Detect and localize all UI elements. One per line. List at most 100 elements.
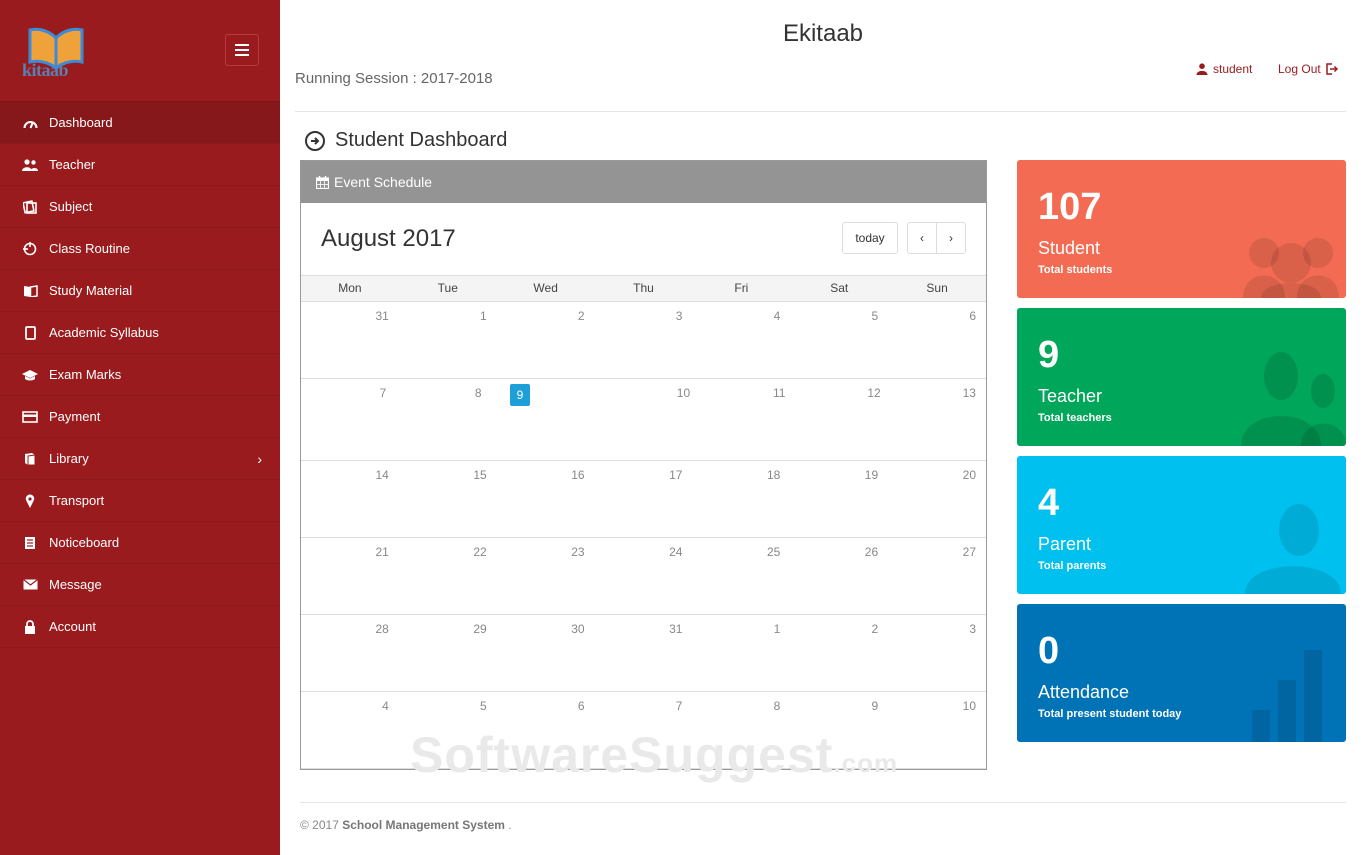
calendar-day-number: 1 xyxy=(773,622,781,636)
logout-label: Log Out xyxy=(1278,62,1321,76)
card-parent[interactable]: 4 Parent Total parents xyxy=(1017,456,1346,594)
card-attendance[interactable]: 0 Attendance Total present student today xyxy=(1017,604,1346,742)
footer-suffix: . xyxy=(508,818,512,832)
calendar-day-cell[interactable]: 14 xyxy=(301,461,399,537)
calendar-day-cell[interactable]: 26 xyxy=(790,538,888,614)
open-book-icon xyxy=(22,283,38,299)
sidebar-item-account[interactable]: Account xyxy=(0,606,280,648)
calendar-day-cell[interactable]: 1 xyxy=(399,302,497,378)
panel-title: Event Schedule xyxy=(334,174,433,190)
calendar-day-number: 21 xyxy=(375,545,389,559)
sidebar-item-exam-marks[interactable]: Exam Marks xyxy=(0,354,280,396)
next-month-button[interactable]: › xyxy=(936,222,966,254)
calendar-day-cell[interactable]: 2 xyxy=(790,615,888,691)
calendar-day-number: 27 xyxy=(962,545,977,559)
card-number: 0 xyxy=(1038,630,1060,672)
sidebar-item-teacher[interactable]: Teacher xyxy=(0,144,280,186)
sidebar-item-study-material[interactable]: Study Material xyxy=(0,270,280,312)
calendar-day-cell[interactable]: 31 xyxy=(301,302,399,378)
card-label: Student xyxy=(1038,238,1101,258)
page-title-text: Student Dashboard xyxy=(335,129,508,151)
calendar-day-cell[interactable]: 1 xyxy=(692,615,790,691)
target-icon xyxy=(22,241,38,257)
sidebar-item-dashboard[interactable]: Dashboard xyxy=(0,102,280,144)
book-outline-icon xyxy=(22,199,38,215)
calendar-day-number: 22 xyxy=(473,545,487,559)
calendar-day-cell[interactable]: 12 xyxy=(795,379,890,460)
calendar-day-cell[interactable]: 28 xyxy=(301,615,399,691)
calendar-day-number: 7 xyxy=(675,699,683,713)
calendar-day-cell[interactable]: 5 xyxy=(790,302,888,378)
sidebar-item-message[interactable]: Message xyxy=(0,564,280,606)
sidebar-item-library[interactable]: Library › xyxy=(0,438,280,480)
calendar-day-cell[interactable]: 31 xyxy=(595,615,693,691)
calendar-day-cell[interactable]: 11 xyxy=(700,379,795,460)
calendar-day-number: 4 xyxy=(773,309,781,323)
calendar-day-cell[interactable]: 25 xyxy=(692,538,790,614)
menu-toggle-button[interactable] xyxy=(225,34,259,66)
sidebar-item-class-routine[interactable]: Class Routine xyxy=(0,228,280,270)
calendar-day-cell[interactable]: 8 xyxy=(396,379,491,460)
calendar-day-number: 7 xyxy=(379,386,387,400)
calendar-day-cell[interactable]: 6 xyxy=(888,302,986,378)
circle-arrow-right-icon xyxy=(305,130,325,151)
calendar-day-cell[interactable]: 24 xyxy=(595,538,693,614)
calendar-day-cell[interactable]: 9 xyxy=(492,379,605,460)
calendar-day-cell[interactable]: 15 xyxy=(399,461,497,537)
sidebar-item-noticeboard[interactable]: Noticeboard xyxy=(0,522,280,564)
logout-icon xyxy=(1325,63,1338,75)
card-teacher[interactable]: 9 Teacher Total teachers xyxy=(1017,308,1346,446)
calendar-day-cell[interactable]: 3 xyxy=(888,615,986,691)
calendar-day-cell[interactable]: 13 xyxy=(891,379,986,460)
calendar-day-number: 2 xyxy=(577,309,585,323)
group-icon xyxy=(1243,238,1339,298)
dow-fri: Fri xyxy=(734,281,749,295)
sidebar-item-payment[interactable]: Payment xyxy=(0,396,280,438)
books-icon xyxy=(22,451,38,467)
calendar-day-cell[interactable]: 27 xyxy=(888,538,986,614)
calendar-day-cell[interactable]: 4 xyxy=(301,692,399,768)
sidebar-item-academic-syllabus[interactable]: Academic Syllabus xyxy=(0,312,280,354)
prev-month-button[interactable]: ‹ xyxy=(907,222,937,254)
footer-copyright: © 2017 xyxy=(300,818,339,832)
header-divider xyxy=(295,111,1346,112)
user-menu-link[interactable]: student xyxy=(1196,62,1252,76)
sidebar-item-subject[interactable]: Subject xyxy=(0,186,280,228)
calendar-day-cell[interactable]: 10 xyxy=(888,692,986,768)
calendar-day-cell[interactable]: 23 xyxy=(497,538,595,614)
calendar-day-number: 5 xyxy=(480,699,487,713)
calendar-day-cell[interactable]: 30 xyxy=(497,615,595,691)
watermark-suffix: .com xyxy=(833,748,899,778)
calendar-day-cell[interactable]: 29 xyxy=(399,615,497,691)
calendar-week-row: 28 29 30 31 1 2 3 xyxy=(301,615,986,692)
calendar-day-cell[interactable]: 19 xyxy=(790,461,888,537)
calendar-day-cell[interactable]: 17 xyxy=(595,461,693,537)
calendar-day-cell[interactable]: 2 xyxy=(497,302,595,378)
two-people-icon xyxy=(1241,352,1346,446)
calendar-day-cell[interactable]: 7 xyxy=(301,379,396,460)
calendar-day-cell[interactable]: 20 xyxy=(888,461,986,537)
dow-wed: Wed xyxy=(533,281,558,295)
card-label: Attendance xyxy=(1038,682,1130,702)
sidebar-item-transport[interactable]: Transport xyxy=(0,480,280,522)
calendar-day-number: 12 xyxy=(867,386,881,400)
calendar-day-cell[interactable]: 16 xyxy=(497,461,595,537)
dow-mon: Mon xyxy=(338,281,362,295)
logo-text: kitaab xyxy=(22,60,69,80)
calendar-day-number: 3 xyxy=(969,622,977,636)
card-student[interactable]: 107 Student Total students xyxy=(1017,160,1346,298)
calendar-day-cell[interactable]: 22 xyxy=(399,538,497,614)
calendar-day-cell[interactable]: 10 xyxy=(605,379,700,460)
calendar-day-cell[interactable]: 18 xyxy=(692,461,790,537)
document-icon xyxy=(22,535,38,551)
sidebar-item-label: Class Routine xyxy=(49,241,130,256)
calendar-day-cell[interactable]: 21 xyxy=(301,538,399,614)
logout-link[interactable]: Log Out xyxy=(1278,62,1338,76)
sidebar-item-label: Payment xyxy=(49,409,101,424)
dow-sat: Sat xyxy=(830,281,849,295)
calendar-day-cell[interactable]: 3 xyxy=(595,302,693,378)
today-button[interactable]: today xyxy=(842,222,898,254)
calendar-day-cell[interactable]: 4 xyxy=(692,302,790,378)
calendar-day-number: 8 xyxy=(773,699,781,713)
calendar-day-number: 15 xyxy=(473,468,487,482)
